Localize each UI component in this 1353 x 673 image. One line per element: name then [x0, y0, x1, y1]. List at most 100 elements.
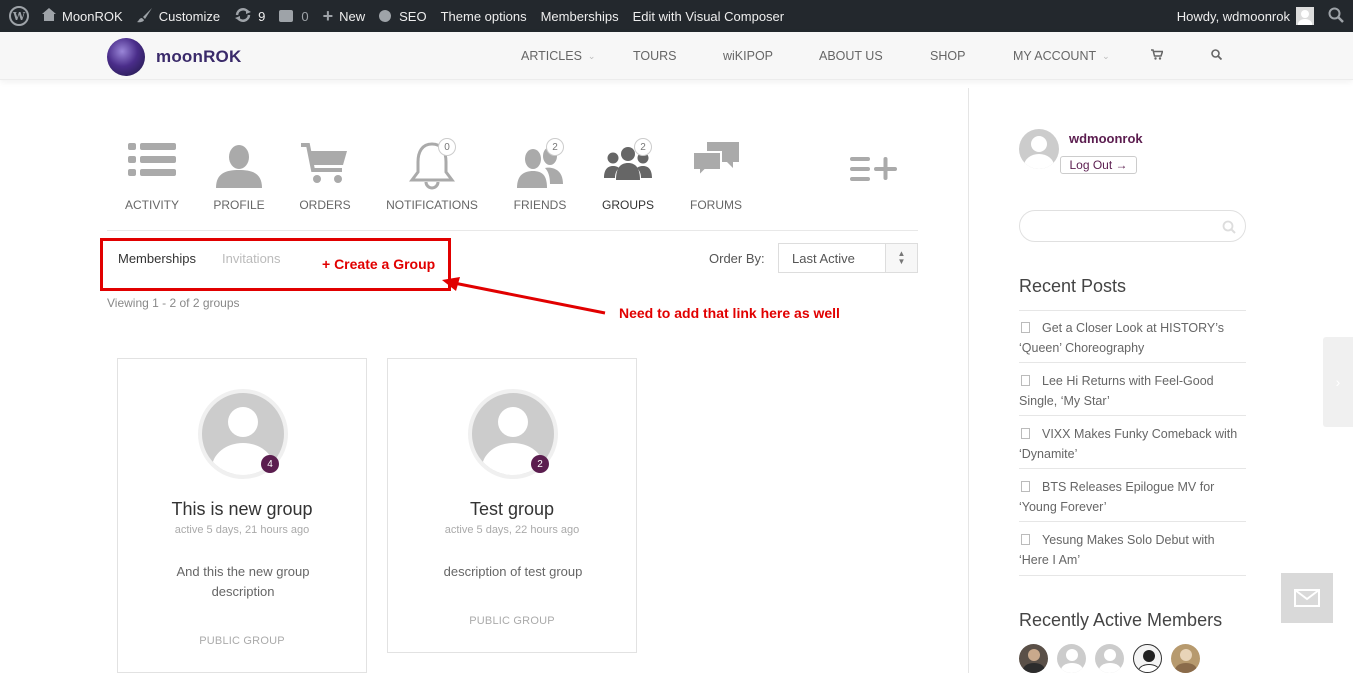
- recent-post-link[interactable]: Yesung Makes Solo Debut with ‘Here I Am’: [1019, 530, 1246, 570]
- recent-post-link[interactable]: VIXX Makes Funky Comeback with ‘Dynamite…: [1019, 424, 1246, 464]
- tab-label: FORUMS: [690, 198, 742, 212]
- divider: [1019, 415, 1246, 416]
- more-tabs-button[interactable]: [850, 155, 898, 188]
- new-content-link[interactable]: + New: [316, 0, 373, 32]
- comments-link[interactable]: 0: [272, 0, 315, 32]
- nav-wikipop[interactable]: wiKIPOP: [723, 32, 773, 80]
- nav-label: ABOUT US: [819, 49, 883, 63]
- group-title[interactable]: This is new group: [118, 499, 366, 520]
- cart-icon: [301, 143, 347, 183]
- seo-menu[interactable]: SEO: [372, 0, 433, 32]
- recent-post-link[interactable]: BTS Releases Epilogue MV for ‘Young Fore…: [1019, 477, 1246, 517]
- member-avatar[interactable]: [1019, 644, 1048, 673]
- tab-forums[interactable]: FORUMS: [666, 140, 766, 212]
- howdy-label: Howdy, wdmoonrok: [1176, 8, 1290, 24]
- subtab-invitations[interactable]: Invitations: [222, 251, 281, 266]
- user-icon: [216, 145, 262, 188]
- nav-search[interactable]: [1211, 32, 1223, 80]
- friends-count-badge: 2: [546, 138, 564, 156]
- tab-label: FRIENDS: [513, 198, 567, 212]
- tab-profile[interactable]: PROFILE: [189, 140, 289, 212]
- nav-shop[interactable]: SHOP: [930, 32, 965, 80]
- nav-articles[interactable]: ARTICLES ⌄: [521, 32, 595, 80]
- comments-count: 0: [301, 8, 309, 24]
- group-title[interactable]: Test group: [388, 499, 636, 520]
- contact-button[interactable]: [1281, 573, 1333, 623]
- order-by-select[interactable]: Last Active ▲ ▼: [778, 243, 918, 273]
- post-title: Yesung Makes Solo Debut with ‘Here I Am’: [1019, 533, 1215, 567]
- my-account-menu[interactable]: Howdy, wdmoonrok: [1170, 0, 1321, 32]
- envelope-icon: [1294, 589, 1320, 607]
- chevron-down-icon: ⌄: [587, 50, 596, 61]
- logout-button[interactable]: Log Out →: [1060, 156, 1137, 174]
- divider: [1019, 310, 1246, 311]
- subtab-memberships[interactable]: Memberships: [118, 251, 196, 266]
- tab-label: GROUPS: [601, 198, 654, 212]
- member-avatar[interactable]: [1057, 644, 1086, 673]
- document-icon: [1021, 481, 1030, 492]
- moon-logo-icon: [107, 38, 145, 76]
- admin-bar: W MoonROK Customize 9 0 + New SEO Theme …: [0, 0, 1353, 32]
- tab-orders[interactable]: ORDERS: [275, 140, 375, 212]
- select-arrows-icon: ▲ ▼: [885, 244, 917, 272]
- user-avatar[interactable]: [1019, 129, 1059, 169]
- sidebar-username[interactable]: wdmoonrok: [1069, 131, 1143, 146]
- divider: [107, 230, 918, 231]
- group-last-active: active 5 days, 22 hours ago: [444, 524, 580, 536]
- tab-friends[interactable]: 2 FRIENDS: [490, 138, 590, 212]
- updates-link[interactable]: 9: [227, 0, 272, 32]
- refresh-icon: [234, 7, 252, 26]
- site-header: moonROK ARTICLES ⌄ TOURS wiKIPOP ABOUT US…: [0, 32, 1353, 80]
- divider: [1019, 468, 1246, 469]
- sidebar-divider: [968, 88, 969, 673]
- member-avatar[interactable]: [1095, 644, 1124, 673]
- tab-groups[interactable]: 2 GROUPS: [578, 138, 678, 212]
- visual-composer-label: Edit with Visual Composer: [632, 8, 785, 24]
- document-icon: [1021, 428, 1030, 439]
- tab-activity[interactable]: ACTIVITY: [102, 140, 202, 212]
- site-name-link[interactable]: MoonROK: [36, 0, 130, 32]
- document-icon: [1021, 534, 1030, 545]
- site-logo[interactable]: moonROK: [107, 38, 241, 76]
- nav-cart[interactable]: [1151, 32, 1164, 80]
- chat-bubbles-icon: [692, 142, 739, 179]
- search-icon: [1211, 49, 1223, 63]
- recent-posts-heading: Recent Posts: [1019, 276, 1127, 296]
- wordpress-logo-icon: W: [9, 6, 29, 26]
- admin-search-button[interactable]: [1321, 0, 1353, 32]
- brush-icon: [136, 7, 153, 26]
- post-title: BTS Releases Epilogue MV for ‘Young Fore…: [1019, 480, 1215, 514]
- slide-panel-toggle[interactable]: ›: [1323, 337, 1353, 427]
- member-avatar[interactable]: [1171, 644, 1200, 673]
- nav-tours[interactable]: TOURS: [633, 32, 677, 80]
- divider: [1019, 521, 1246, 522]
- customize-label: Customize: [158, 8, 221, 24]
- recent-post-link[interactable]: Get a Closer Look at HISTORY’s ‘Queen’ C…: [1019, 318, 1246, 358]
- theme-options-label: Theme options: [440, 8, 527, 24]
- group-card: 2 Test group active 5 days, 22 hours ago…: [387, 358, 637, 653]
- chevron-down-icon: ⌄: [1102, 50, 1110, 61]
- group-type: PUBLIC GROUP: [469, 615, 555, 627]
- admin-avatar: [1296, 7, 1314, 25]
- updates-count: 9: [258, 8, 266, 24]
- create-group-link[interactable]: + Create a Group: [322, 256, 435, 272]
- tab-notifications[interactable]: 0 NOTIFICATIONS: [382, 138, 482, 212]
- comment-icon: [279, 10, 294, 22]
- nav-my-account[interactable]: MY ACCOUNT ⌄: [1013, 32, 1110, 80]
- search-icon: [1328, 7, 1344, 26]
- visual-composer-link[interactable]: Edit with Visual Composer: [626, 0, 792, 32]
- theme-options-link[interactable]: Theme options: [434, 0, 534, 32]
- nav-about-us[interactable]: ABOUT US: [819, 32, 883, 80]
- active-members-heading: Recently Active Members: [1019, 610, 1223, 630]
- member-count-badge: 2: [531, 455, 549, 473]
- customize-link[interactable]: Customize: [130, 0, 227, 32]
- member-avatar[interactable]: [1133, 644, 1162, 673]
- new-label: New: [339, 8, 366, 24]
- sidebar-search-input[interactable]: [1019, 210, 1246, 242]
- recent-post-link[interactable]: Lee Hi Returns with Feel-Good Single, ‘M…: [1019, 371, 1246, 411]
- activity-list-icon: [128, 143, 176, 176]
- wordpress-menu[interactable]: W: [0, 0, 36, 32]
- tab-label: ACTIVITY: [124, 198, 179, 212]
- memberships-link[interactable]: Memberships: [534, 0, 626, 32]
- post-title: Get a Closer Look at HISTORY’s ‘Queen’ C…: [1019, 321, 1225, 355]
